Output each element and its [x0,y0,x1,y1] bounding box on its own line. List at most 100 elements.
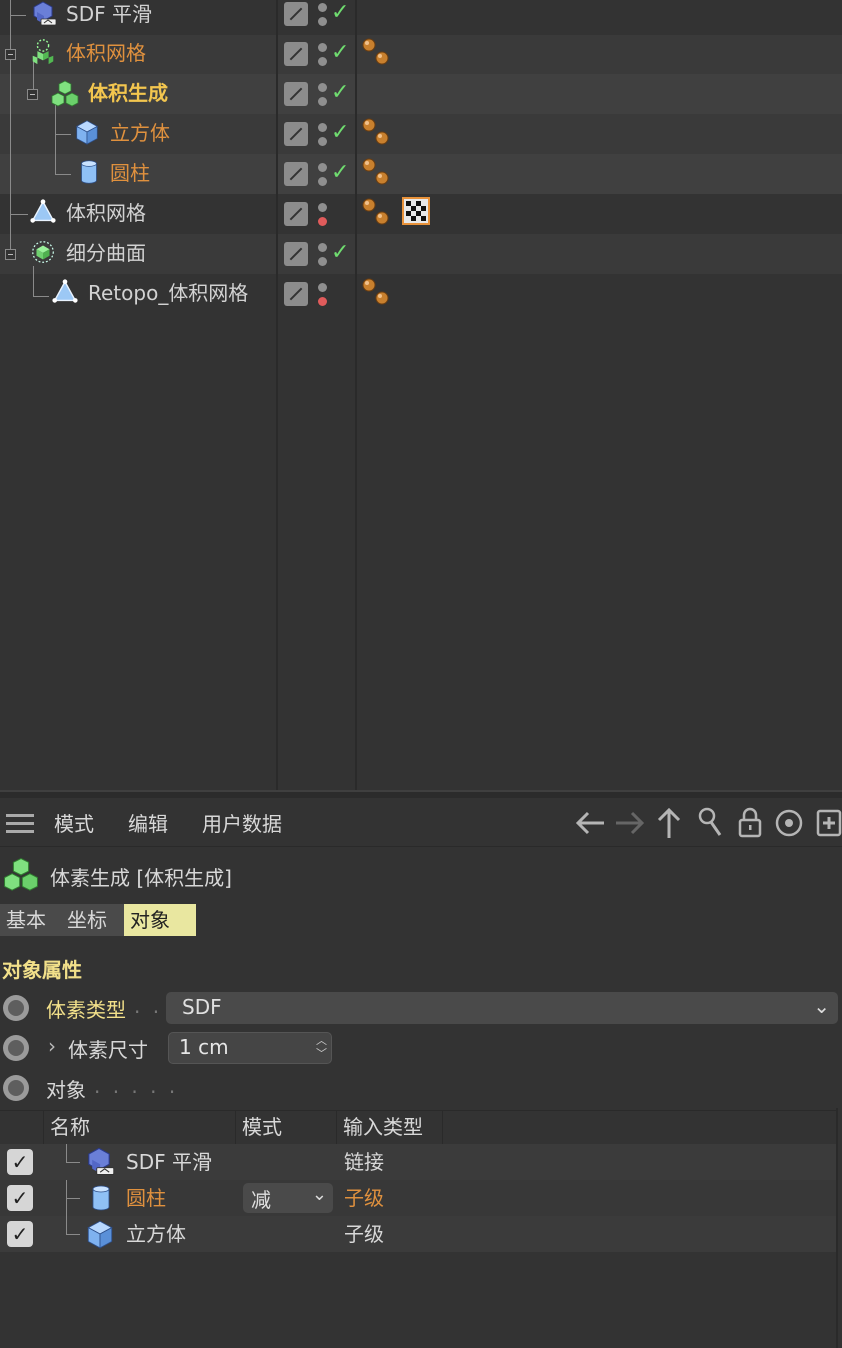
editor-visibility-dot[interactable] [318,163,327,172]
object-name[interactable]: 细分曲面 [66,240,146,266]
table-row[interactable]: ✓ SDF 平滑 链接 [0,1144,838,1180]
lock-icon[interactable] [736,806,764,838]
object-name[interactable]: 圆柱 [110,160,150,186]
enabled-check-icon[interactable]: ✓ [331,240,349,266]
column-header-input-type[interactable]: 输入类型 [337,1110,443,1144]
column-header-check [0,1110,44,1144]
animate-toggle[interactable] [3,1075,29,1101]
edit-toggle-button[interactable] [284,242,308,266]
enabled-check-icon[interactable]: ✓ [331,160,349,186]
tree-line [55,104,56,174]
render-visibility-dot[interactable] [318,17,327,26]
material-tag-icon[interactable] [360,116,394,152]
new-panel-icon[interactable] [816,808,842,838]
column-header-name[interactable]: 名称 [44,1110,236,1144]
tab-basic[interactable]: 基本 [0,904,70,936]
hamburger-menu-icon[interactable] [6,814,34,834]
material-tag-icon[interactable] [360,36,394,72]
tree-line [66,1162,80,1163]
object-name[interactable]: 体积生成 [88,80,168,106]
object-name[interactable]: 立方体 [110,120,170,146]
attribute-manager: 模式 编辑 用户数据 体素生成 [体积生成] 基本 坐标 对象 对象属性 体素类… [0,798,842,1348]
editor-visibility-dot[interactable] [318,283,327,292]
edit-toggle-button[interactable] [284,42,308,66]
enable-checkbox[interactable]: ✓ [7,1221,33,1247]
edit-toggle-button[interactable] [284,122,308,146]
render-visibility-dot[interactable] [318,57,327,66]
voxel-type-dropdown[interactable]: SDF ⌄ [166,992,838,1024]
chevron-right-icon[interactable]: › [48,1034,56,1058]
editor-visibility-dot[interactable] [318,3,327,12]
material-tag-icon[interactable] [360,156,394,192]
polygon-object-icon [52,279,78,303]
enable-checkbox[interactable]: ✓ [7,1149,33,1175]
collapse-toggle[interactable] [27,89,38,100]
menu-edit[interactable]: 编辑 [128,808,168,837]
material-tag-icon[interactable] [360,276,394,312]
edit-toggle-button[interactable] [284,82,308,106]
section-title: 对象属性 [2,958,82,982]
editor-visibility-dot[interactable] [318,203,327,212]
sdf-smooth-icon [33,1,57,26]
input-type: 链接 [344,1150,384,1174]
editor-visibility-dot[interactable] [318,83,327,92]
column-header-mode[interactable]: 模式 [236,1110,337,1144]
chevron-down-icon: ⌄ [311,1184,327,1205]
collapse-toggle[interactable] [5,49,16,60]
mode-dropdown[interactable]: 减 ⌄ [243,1183,333,1213]
voxel-type-value: SDF [182,995,222,1019]
edit-toggle-button[interactable] [284,162,308,186]
edit-toggle-button[interactable] [284,282,308,306]
table-scrollbar[interactable] [836,1108,838,1348]
edit-toggle-button[interactable] [284,202,308,226]
back-arrow-icon[interactable] [572,808,608,838]
render-visibility-dot[interactable] [318,137,327,146]
object-name[interactable]: SDF 平滑 [126,1148,212,1176]
render-visibility-dot[interactable] [318,97,327,106]
render-visibility-dot[interactable] [318,217,327,226]
volume-builder-icon [51,80,79,107]
table-row[interactable]: ✓ 立方体 子级 [0,1216,838,1252]
cube-icon [87,1220,113,1249]
object-name[interactable]: 体积网格 [66,200,146,226]
animate-toggle[interactable] [3,995,29,1021]
animate-toggle[interactable] [3,1035,29,1061]
tab-coord[interactable]: 坐标 [61,904,133,936]
mode-value: 减 [251,1188,271,1212]
enabled-check-icon[interactable]: ✓ [331,0,349,26]
object-name[interactable]: 立方体 [126,1220,186,1248]
search-icon[interactable] [696,806,724,838]
object-name[interactable]: 体积网格 [66,40,146,66]
editor-visibility-dot[interactable] [318,243,327,252]
table-row[interactable]: ✓ 圆柱 减 ⌄ 子级 [0,1180,838,1216]
enabled-check-icon[interactable]: ✓ [331,40,349,66]
editor-visibility-dot[interactable] [318,43,327,52]
tab-object[interactable]: 对象 [124,904,196,936]
target-icon[interactable] [774,808,804,838]
voxel-size-input[interactable]: 1 cm ︿ ﹀ [168,1032,332,1064]
collapse-toggle[interactable] [5,249,16,260]
stepper-arrows-icon[interactable]: ︿ ﹀ [316,1034,327,1060]
edit-toggle-button[interactable] [284,2,308,26]
object-manager: SDF 平滑 ✓ 体积网格 ✓ 体积生成 ✓ 立方体 ✓ 圆柱 ✓ 体积网格 细… [0,0,842,790]
object-name[interactable]: SDF 平滑 [66,1,152,27]
object-name[interactable]: 圆柱 [126,1184,166,1212]
material-tag-icon[interactable] [360,196,394,232]
texture-tag-icon[interactable] [402,197,430,225]
enabled-check-icon[interactable]: ✓ [331,80,349,106]
object-name[interactable]: Retopo_体积网格 [88,280,248,306]
menu-mode[interactable]: 模式 [54,808,94,837]
render-visibility-dot[interactable] [318,297,327,306]
panel-divider[interactable] [0,790,842,798]
enabled-check-icon[interactable]: ✓ [331,120,349,146]
voxel-type-label: 体素类型 [46,998,126,1022]
forward-arrow-icon[interactable] [612,808,648,838]
editor-visibility-dot[interactable] [318,123,327,132]
up-arrow-icon[interactable] [654,806,684,840]
volume-builder-icon [4,857,38,891]
render-visibility-dot[interactable] [318,177,327,186]
menu-user-data[interactable]: 用户数据 [202,808,282,837]
enable-checkbox[interactable]: ✓ [7,1185,33,1211]
render-visibility-dot[interactable] [318,257,327,266]
voxel-size-value: 1 cm [179,1035,229,1059]
